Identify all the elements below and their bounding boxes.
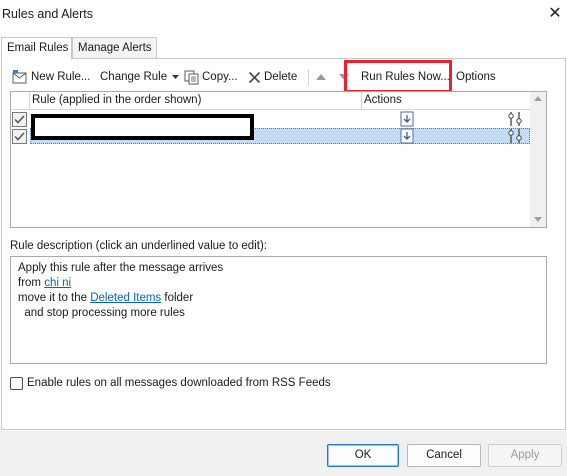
- desc-text: from: [18, 277, 45, 289]
- rule-checkbox[interactable]: [12, 112, 27, 127]
- rules-list: Rule (applied in the order shown) Action…: [10, 91, 547, 228]
- new-rule-button[interactable]: New Rule...: [12, 66, 90, 88]
- desc-line: Apply this rule after the message arrive…: [18, 262, 224, 274]
- change-rule-label: Change Rule: [100, 71, 168, 83]
- rss-checkbox-label: Enable rules on all messages downloaded …: [27, 377, 331, 389]
- delete-x-icon: [248, 71, 261, 83]
- desc-text: folder: [161, 292, 194, 304]
- move-down-button[interactable]: [339, 66, 349, 88]
- chevron-down-icon: [172, 75, 180, 79]
- rule-description-label: Rule description (click an underlined va…: [10, 240, 267, 252]
- rss-checkbox[interactable]: [10, 377, 23, 390]
- options-button[interactable]: Options: [456, 66, 496, 88]
- rule-description-box: Apply this rule after the message arrive…: [10, 256, 547, 364]
- header-divider: [361, 92, 362, 110]
- triangle-up-icon: [316, 73, 326, 80]
- new-rule-label: New Rule...: [31, 71, 91, 83]
- toolbar-separator: [308, 69, 309, 85]
- checkmark-icon: [14, 132, 25, 141]
- rules-toolbar: New Rule... Change Rule Copy... Delete R…: [8, 66, 558, 88]
- close-icon[interactable]: ✕: [544, 3, 566, 25]
- change-rule-button[interactable]: Change Rule: [100, 66, 182, 88]
- move-to-folder-icon: [400, 111, 414, 127]
- column-header-actions[interactable]: Actions: [364, 94, 402, 106]
- apply-button[interactable]: Apply: [488, 444, 562, 467]
- list-header: Rule (applied in the order shown) Action…: [11, 92, 530, 110]
- run-rules-now-button[interactable]: Run Rules Now...: [361, 66, 450, 88]
- copy-rule-button[interactable]: Copy...: [184, 66, 238, 88]
- run-rules-now-label: Run Rules Now...: [361, 71, 450, 83]
- column-header-rule[interactable]: Rule (applied in the order shown): [32, 94, 201, 106]
- desc-line: and stop processing more rules: [18, 307, 185, 319]
- delete-rule-button[interactable]: Delete: [248, 66, 297, 88]
- desc-line: move it to the Deleted Items folder: [18, 291, 539, 306]
- cancel-button[interactable]: Cancel: [407, 444, 481, 467]
- folder-link[interactable]: Deleted Items: [90, 292, 161, 304]
- copy-label: Copy...: [202, 71, 238, 83]
- tab-manage-alerts[interactable]: Manage Alerts: [72, 37, 157, 59]
- tab-email-rules[interactable]: Email Rules: [1, 37, 72, 60]
- redaction-box: [31, 114, 254, 140]
- dialog-footer: OK Cancel Apply: [0, 431, 567, 476]
- window-title: Rules and Alerts: [2, 7, 94, 21]
- header-divider: [29, 92, 30, 110]
- copy-icon: [184, 70, 199, 84]
- desc-text: move it to the: [18, 292, 91, 304]
- sender-link[interactable]: chi ni: [44, 277, 71, 289]
- rule-settings-icon[interactable]: [508, 111, 522, 127]
- checkmark-icon: [14, 115, 25, 124]
- rule-checkbox[interactable]: [12, 129, 27, 144]
- desc-line: from chi ni: [18, 276, 539, 291]
- options-label: Options: [456, 71, 496, 83]
- vertical-scrollbar[interactable]: [530, 92, 546, 227]
- delete-label: Delete: [264, 71, 298, 83]
- scroll-down-icon[interactable]: [534, 217, 542, 222]
- move-to-folder-icon: [400, 128, 414, 144]
- triangle-down-icon: [339, 73, 349, 80]
- title-bar: Rules and Alerts ✕: [0, 0, 567, 30]
- move-up-button[interactable]: [316, 66, 326, 88]
- ok-button[interactable]: OK: [327, 444, 399, 467]
- new-rule-icon: [12, 70, 27, 84]
- rule-settings-icon[interactable]: [508, 128, 522, 144]
- scroll-up-icon[interactable]: [534, 96, 542, 101]
